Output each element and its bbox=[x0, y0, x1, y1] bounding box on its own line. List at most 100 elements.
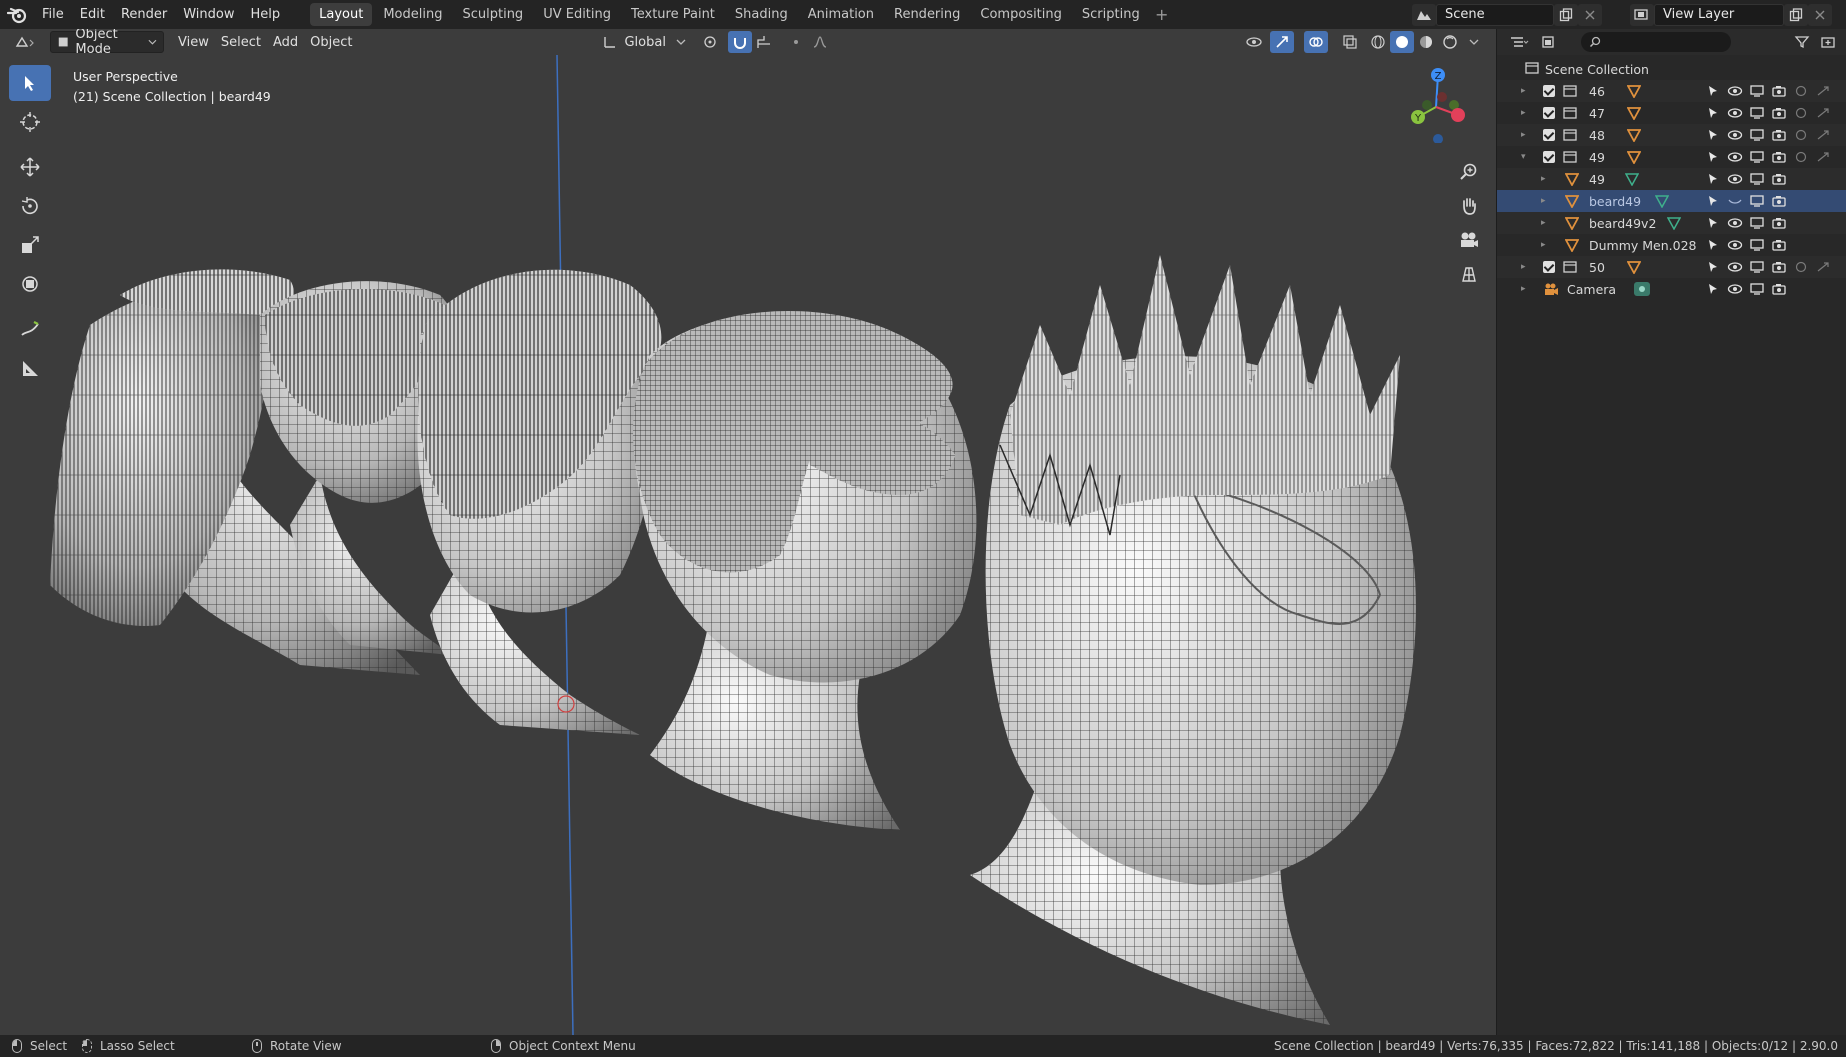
holdout-icon[interactable] bbox=[1790, 85, 1812, 97]
holdout-icon[interactable] bbox=[1790, 261, 1812, 273]
collapsed-arrow-icon[interactable]: ▸ bbox=[1521, 86, 1531, 96]
outliner-row-mesh[interactable]: ▸ beard49v2 bbox=[1497, 212, 1846, 234]
select-arrow-icon[interactable] bbox=[1702, 217, 1724, 229]
render-camera-icon[interactable] bbox=[1768, 151, 1790, 163]
tab-shading[interactable]: Shading bbox=[726, 3, 797, 26]
head-model-beard49[interactable] bbox=[633, 311, 977, 830]
gizmo-neg-z-axis[interactable] bbox=[1433, 134, 1443, 143]
collapsed-arrow-icon[interactable]: ▸ bbox=[1541, 240, 1551, 250]
tab-modeling[interactable]: Modeling bbox=[374, 3, 451, 26]
render-camera-icon[interactable] bbox=[1768, 195, 1790, 207]
editor-type-button[interactable] bbox=[8, 31, 42, 53]
shading-rendered-button[interactable] bbox=[1438, 31, 1462, 53]
indirect-only-icon[interactable] bbox=[1812, 151, 1834, 163]
blender-logo-icon[interactable] bbox=[0, 0, 34, 29]
holdout-icon[interactable] bbox=[1790, 107, 1812, 119]
snap-toggle[interactable] bbox=[727, 31, 752, 53]
render-camera-icon[interactable] bbox=[1768, 107, 1790, 119]
tool-measure[interactable] bbox=[9, 350, 51, 386]
select-arrow-icon[interactable] bbox=[1702, 261, 1724, 273]
eye-icon[interactable] bbox=[1724, 151, 1746, 163]
ortho-persp-button[interactable] bbox=[1454, 259, 1484, 289]
expanded-arrow-icon[interactable]: ▾ bbox=[1521, 152, 1531, 162]
filter-button[interactable] bbox=[1792, 31, 1816, 53]
new-collection-button[interactable] bbox=[1816, 31, 1840, 53]
menu-select[interactable]: Select bbox=[215, 31, 267, 53]
outliner-search-input[interactable] bbox=[1581, 32, 1731, 52]
eye-icon[interactable] bbox=[1724, 173, 1746, 185]
delete-view-layer-button[interactable] bbox=[1808, 3, 1832, 26]
outliner-row-collection[interactable]: ▸ 46 bbox=[1497, 80, 1846, 102]
shading-material-button[interactable] bbox=[1414, 31, 1438, 53]
indirect-only-icon[interactable] bbox=[1812, 261, 1834, 273]
exclude-checkbox[interactable] bbox=[1543, 151, 1555, 163]
overlays-toggle[interactable] bbox=[1304, 31, 1328, 53]
monitor-icon[interactable] bbox=[1746, 85, 1768, 97]
viewport-scene[interactable] bbox=[0, 55, 1496, 1035]
exclude-checkbox[interactable] bbox=[1543, 85, 1555, 97]
gizmo-toggle[interactable] bbox=[1270, 31, 1294, 53]
eye-icon[interactable] bbox=[1724, 107, 1746, 119]
outliner-row-camera[interactable]: ▸ Camera bbox=[1497, 278, 1846, 300]
tab-compositing[interactable]: Compositing bbox=[971, 3, 1071, 26]
tab-rendering[interactable]: Rendering bbox=[885, 3, 969, 26]
add-workspace-button[interactable]: + bbox=[1151, 4, 1173, 26]
tab-sculpting[interactable]: Sculpting bbox=[453, 3, 532, 26]
menu-object[interactable]: Object bbox=[304, 31, 358, 53]
new-view-layer-button[interactable] bbox=[1784, 3, 1808, 26]
outliner-row-collection[interactable]: ▸ 48 bbox=[1497, 124, 1846, 146]
collapsed-arrow-icon[interactable]: ▸ bbox=[1541, 196, 1551, 206]
holdout-icon[interactable] bbox=[1790, 151, 1812, 163]
select-arrow-icon[interactable] bbox=[1702, 107, 1724, 119]
shading-solid-button[interactable] bbox=[1390, 31, 1414, 53]
view-layer-browse-button[interactable] bbox=[1630, 3, 1654, 26]
menu-view[interactable]: View bbox=[172, 31, 215, 53]
monitor-icon[interactable] bbox=[1746, 261, 1768, 273]
xray-toggle[interactable] bbox=[1338, 31, 1362, 53]
tool-scale[interactable] bbox=[9, 227, 51, 263]
monitor-icon[interactable] bbox=[1746, 151, 1768, 163]
monitor-icon[interactable] bbox=[1746, 239, 1768, 251]
transform-orientation-selector[interactable]: Global bbox=[596, 31, 691, 53]
tab-texture-paint[interactable]: Texture Paint bbox=[622, 3, 724, 26]
holdout-icon[interactable] bbox=[1790, 129, 1812, 141]
render-camera-icon[interactable] bbox=[1768, 173, 1790, 185]
eye-icon[interactable] bbox=[1724, 283, 1746, 295]
menu-window[interactable]: Window bbox=[175, 0, 242, 29]
render-camera-icon[interactable] bbox=[1768, 239, 1790, 251]
indirect-only-icon[interactable] bbox=[1812, 129, 1834, 141]
eye-icon[interactable] bbox=[1724, 129, 1746, 141]
render-camera-icon[interactable] bbox=[1768, 283, 1790, 295]
menu-help[interactable]: Help bbox=[243, 0, 289, 29]
tab-layout[interactable]: Layout bbox=[310, 3, 373, 26]
head-model-50[interactable] bbox=[970, 255, 1416, 1025]
outliner-row-scene-collection[interactable]: Scene Collection bbox=[1497, 58, 1846, 80]
indirect-only-icon[interactable] bbox=[1812, 107, 1834, 119]
pivot-point-button[interactable] bbox=[698, 31, 722, 53]
menu-add[interactable]: Add bbox=[267, 31, 304, 53]
falloff-button[interactable] bbox=[808, 31, 832, 53]
exclude-checkbox[interactable] bbox=[1543, 107, 1555, 119]
display-mode-button[interactable] bbox=[1539, 31, 1563, 53]
collapsed-arrow-icon[interactable]: ▸ bbox=[1541, 218, 1551, 228]
collapsed-arrow-icon[interactable]: ▸ bbox=[1521, 262, 1531, 272]
scene-browse-button[interactable] bbox=[1412, 3, 1436, 26]
menu-file[interactable]: File bbox=[34, 0, 72, 29]
tool-move[interactable] bbox=[9, 149, 51, 185]
select-arrow-icon[interactable] bbox=[1702, 85, 1724, 97]
collapsed-arrow-icon[interactable]: ▸ bbox=[1521, 130, 1531, 140]
select-arrow-icon[interactable] bbox=[1702, 283, 1724, 295]
indirect-only-icon[interactable] bbox=[1812, 85, 1834, 97]
tool-select-box[interactable] bbox=[9, 65, 51, 101]
menu-edit[interactable]: Edit bbox=[72, 0, 113, 29]
select-arrow-icon[interactable] bbox=[1702, 195, 1724, 207]
navigation-gizmo[interactable]: Z Y bbox=[1396, 63, 1476, 143]
selectability-button[interactable] bbox=[1242, 31, 1266, 53]
outliner-row-collection[interactable]: ▸ 50 bbox=[1497, 256, 1846, 278]
view-layer-field[interactable]: View Layer bbox=[1654, 3, 1784, 26]
exclude-checkbox[interactable] bbox=[1543, 261, 1555, 273]
3d-viewport[interactable]: Object Mode View Select Add Object Globa… bbox=[0, 29, 1496, 1035]
collapsed-arrow-icon[interactable]: ▸ bbox=[1521, 108, 1531, 118]
outliner-row-mesh[interactable]: ▸ beard49 bbox=[1497, 190, 1846, 212]
pan-button[interactable] bbox=[1454, 191, 1484, 221]
